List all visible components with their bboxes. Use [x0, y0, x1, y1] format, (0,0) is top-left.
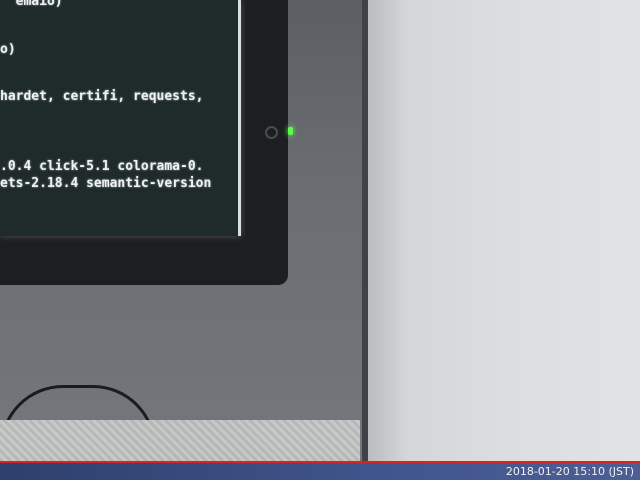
terminal-line: hardet, certifi, requests,: [0, 89, 204, 104]
terminal-line: .0.4 click-5.1 colorama-0.: [0, 159, 204, 174]
terminal-line: emaio): [0, 0, 63, 9]
terminal-line: ets-2.18.4 semantic-version: [0, 176, 212, 191]
terminal-screen: emaio) o) hardet, certifi, requests, .0.…: [0, 0, 241, 236]
cloth: [0, 420, 360, 465]
timestamp: 2018-01-20 15:10 (JST): [505, 465, 634, 478]
timestamp-bar: 2018-01-20 15:10 (JST): [0, 461, 640, 480]
terminal-line: o): [0, 42, 16, 57]
power-led: [288, 127, 293, 135]
device-case: emaio) o) hardet, certifi, requests, .0.…: [0, 0, 368, 470]
power-button: [265, 126, 278, 139]
photo-scene: emaio) o) hardet, certifi, requests, .0.…: [0, 0, 640, 480]
monitor-bezel: emaio) o) hardet, certifi, requests, .0.…: [0, 0, 288, 285]
wall: [350, 0, 640, 480]
